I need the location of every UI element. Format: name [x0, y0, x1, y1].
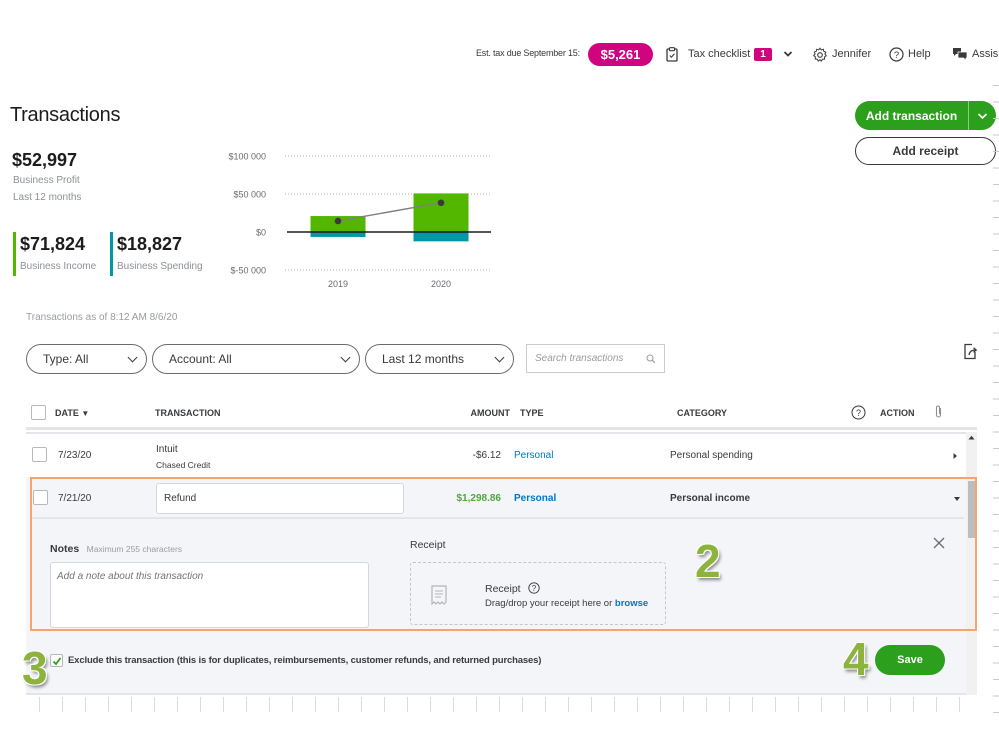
right-edge-ruler [993, 70, 999, 720]
receipt-drop-text-group: Drag/drop your receipt here or browse [485, 598, 648, 609]
row-checkbox[interactable] [32, 447, 47, 462]
search-transactions-input[interactable]: Search transactions [526, 344, 665, 373]
column-header-date-label: DATE [55, 408, 79, 418]
column-header-date[interactable]: DATE ▼ [55, 408, 89, 418]
y-tick-label: $-50 000 [230, 266, 266, 276]
svg-text:?: ? [856, 408, 861, 418]
spending-bar [413, 232, 469, 242]
chevron-down-icon [340, 352, 351, 362]
notes-label: Notes [50, 543, 80, 555]
table-header: DATE ▼ TRANSACTION AMOUNT TYPE CATEGORY … [26, 396, 977, 430]
browse-link[interactable]: browse [615, 598, 648, 609]
column-header-amount: AMOUNT [470, 408, 511, 418]
date-range-value: Last 12 months [382, 352, 465, 366]
column-header-transaction: TRANSACTION [155, 408, 221, 418]
close-icon[interactable] [933, 537, 945, 549]
svg-text:?: ? [532, 584, 537, 593]
x-tick-label: 2019 [328, 279, 348, 289]
exclude-checkbox[interactable] [50, 654, 63, 667]
row-amount: $1,298.86 [456, 493, 502, 504]
type-filter-dropdown[interactable]: Type: All [26, 344, 147, 374]
help-icon[interactable]: ? [528, 582, 540, 594]
column-header-type: TYPE [520, 408, 544, 418]
table-row-expanded[interactable]: 7/21/20 $1,298.86 Personal Personal inco… [32, 479, 964, 519]
profit-chart: $100 000 $50 000 $0 $-50 000 2019 2020 [228, 152, 491, 289]
profit-point [334, 217, 342, 225]
receipt-title-group: Receipt ? [485, 579, 540, 597]
row-type-link[interactable]: Personal [514, 450, 553, 461]
exclude-transaction-label[interactable]: Exclude this transaction (this is for du… [68, 655, 541, 666]
notes-textarea[interactable] [50, 562, 369, 628]
table-row[interactable]: 7/23/20 Intuit Chased Credit -$6.12 Pers… [26, 434, 966, 477]
sort-descending-icon: ▼ [81, 409, 90, 418]
date-range-dropdown[interactable]: Last 12 months [365, 344, 514, 374]
receipt-dropzone[interactable]: Receipt ? Drag/drop your receipt here or… [410, 562, 666, 625]
income-bar [413, 193, 469, 232]
receipt-icon [431, 585, 447, 605]
notes-hint: Maximum 255 characters [86, 544, 183, 554]
checkmark-icon [52, 657, 62, 666]
step-annotation-4: 4 [843, 633, 869, 685]
receipt-label: Receipt [410, 539, 446, 551]
export-icon[interactable] [963, 343, 979, 360]
notes-label-group: Notes Maximum 255 characters [50, 539, 182, 557]
profit-point [437, 199, 445, 207]
y-tick-label: $50 000 [233, 190, 266, 200]
search-placeholder: Search transactions [535, 353, 624, 364]
row-account: Chased Credit [156, 460, 211, 470]
transaction-description-input[interactable] [156, 483, 404, 514]
y-tick-label: $0 [256, 228, 266, 238]
x-tick-label: 2020 [431, 279, 451, 289]
receipt-title: Receipt [485, 583, 521, 595]
step-annotation-2: 2 [695, 535, 721, 587]
type-filter-value: Type: All [43, 352, 89, 366]
row-category[interactable]: Personal income [670, 493, 750, 504]
row-amount: -$6.12 [472, 450, 501, 461]
row-date: 7/23/20 [58, 450, 92, 461]
transactions-as-of: Transactions as of 8:12 AM 8/6/20 [26, 312, 178, 323]
scroll-up-arrow-icon[interactable] [968, 435, 975, 440]
bottom-edge-ruler [17, 697, 972, 712]
row-payee: Intuit [156, 444, 178, 455]
chevron-down-icon [494, 352, 505, 362]
expand-row-icon[interactable] [952, 452, 958, 460]
save-button[interactable]: Save [875, 645, 945, 675]
select-all-checkbox[interactable] [31, 405, 46, 420]
receipt-drop-text: Drag/drop your receipt here or [485, 598, 613, 609]
account-filter-value: Account: All [169, 352, 232, 366]
row-type-link[interactable]: Personal [514, 493, 556, 504]
paperclip-icon [935, 405, 942, 418]
help-icon[interactable]: ? [851, 405, 866, 420]
collapse-row-icon[interactable] [953, 496, 961, 502]
column-header-category: CATEGORY [677, 408, 728, 418]
column-header-action: ACTION [880, 408, 915, 418]
search-icon [646, 354, 656, 363]
account-filter-dropdown[interactable]: Account: All [152, 344, 360, 374]
row-category[interactable]: Personal spending [670, 450, 753, 461]
row-date: 7/21/20 [58, 493, 92, 504]
chevron-down-icon [127, 352, 138, 362]
y-tick-label: $100 000 [228, 152, 266, 162]
step-annotation-3: 3 [22, 642, 48, 694]
row-checkbox[interactable] [33, 490, 48, 505]
